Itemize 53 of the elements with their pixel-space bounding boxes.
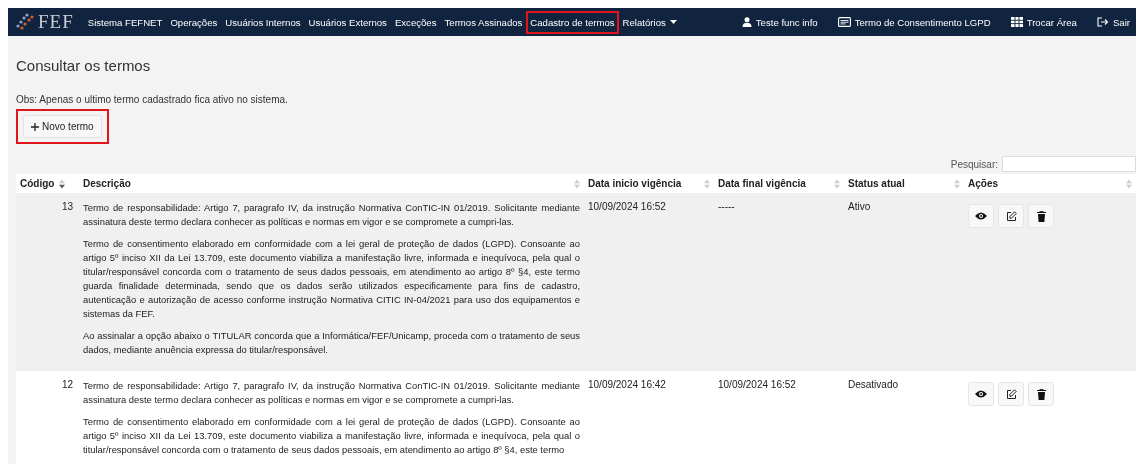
nav-link[interactable]: Cadastro de termos <box>526 10 619 34</box>
table-cell: 13 <box>61 201 73 212</box>
nav-link[interactable]: Usuários Externos <box>304 10 391 34</box>
logo-text: FEF <box>38 11 74 33</box>
nav-link[interactable]: Sistema FEFNET <box>83 10 167 34</box>
exit-icon <box>1096 17 1109 27</box>
page-title: Consultar os termos <box>16 56 152 74</box>
nav-link[interactable]: Termo de Consentimento LGPD <box>833 10 995 34</box>
edit-icon <box>1005 388 1017 400</box>
table-cell: ----- <box>718 201 735 212</box>
nav-link[interactable]: Teste func info <box>737 10 822 34</box>
nav-link[interactable]: Sair <box>1092 10 1134 34</box>
new-term-button[interactable]: Novo termo <box>23 115 102 138</box>
table-cell: 10/09/2024 16:42 <box>588 379 666 390</box>
table-cell: Desativado <box>848 379 899 390</box>
eye-icon <box>975 212 987 220</box>
column-header[interactable]: Descrição <box>83 178 131 189</box>
trash-icon <box>1036 210 1046 222</box>
search-field[interactable] <box>1002 156 1136 172</box>
plus-icon <box>31 122 39 131</box>
description-paragraph: Termo de responsabilidade: Artigo 7, paragrafo IV, da instrução Normativa ConTIC-IN 01/2019. Solicitante mediante assinatura deste termo declara conhecer as políticas e normas em vigor e se compromete a cumpri-las. <box>83 379 580 407</box>
delete-button[interactable] <box>1028 382 1054 406</box>
nav-link[interactable]: Trocar Área <box>1006 10 1081 34</box>
edit-icon <box>1005 210 1017 222</box>
caret-icon <box>669 20 677 24</box>
user-icon <box>741 17 752 27</box>
edit-button[interactable] <box>998 382 1024 406</box>
table-cell: 10/09/2024 16:52 <box>588 201 666 212</box>
delete-button[interactable] <box>1028 204 1054 228</box>
trash-icon <box>1036 388 1046 400</box>
nav-link[interactable]: Operações <box>166 10 222 34</box>
eye-icon <box>975 390 987 398</box>
view-button[interactable] <box>968 204 994 228</box>
description-paragraph: Termo de consentimento elaborado em conformidade com a lei geral de proteção de dados (LGPD). Consoante ao artigo 5º inciso XII da Lei 13.709, este documento viabiliza a manifestação livre, informada e inequívoca, pela qual o titular/responsável concorda com o tratamento de seus dados pessoais, em atendimento ao artigo 8º §4, este termo guarda finalidade determinada, sendo que os dados serão utilizados especificamente para fins de cadastro, autenticação e autorização de acesso conforme instrução Normativa CITIC IN-04/2021 para uso dos equipamentos e sistemas da FEF. <box>83 237 580 321</box>
id-card-icon <box>837 17 851 27</box>
grid-icon <box>1010 17 1023 27</box>
description-paragraph: Termo de responsabilidade: Artigo 7, paragrafo IV, da instrução Normativa ConTIC-IN 01/2019. Solicitante mediante assinatura deste termo declara conhecer as políticas e normas em vigor e se compromete a cumpri-las. <box>83 201 580 229</box>
nav-link[interactable]: Termos Assinados <box>440 10 527 34</box>
view-button[interactable] <box>968 382 994 406</box>
nav-link[interactable]: Relatórios <box>618 10 681 34</box>
table-cell: 10/09/2024 16:52 <box>718 379 796 390</box>
nav-link[interactable]: Exceções <box>390 10 441 34</box>
table-cell: Ativo <box>848 201 871 212</box>
description-paragraph: Ao assinalar a opção abaixo o TITULAR concorda que a Informática/FEF/Unicamp, proceda com o tratamento de seus dados, mediante anuência expressa do titular/responsável. <box>83 329 580 357</box>
table-cell: 12 <box>61 379 73 390</box>
edit-button[interactable] <box>998 204 1024 228</box>
column-header[interactable]: Ações <box>968 178 998 189</box>
search-label: Pesquisar: <box>950 158 998 170</box>
note-text: Obs: Apenas o ultimo termo cadastrado fica ativo no sistema. <box>16 94 289 105</box>
nav-link[interactable]: Usuários Internos <box>221 10 305 34</box>
logo-icon <box>14 12 36 32</box>
description-paragraph: Termo de consentimento elaborado em conformidade com a lei geral de proteção de dados (LGPD). Consoante ao artigo 5º inciso XII da Lei 13.709, este documento viabiliza a manifestação livre, informada e inequívoca, pela qual o titular/responsável concorda com o tratamento de seus dados pessoais, em atendimento ao artigo 8º §4, este termo <box>83 415 580 457</box>
sort-icon[interactable] <box>59 178 66 189</box>
